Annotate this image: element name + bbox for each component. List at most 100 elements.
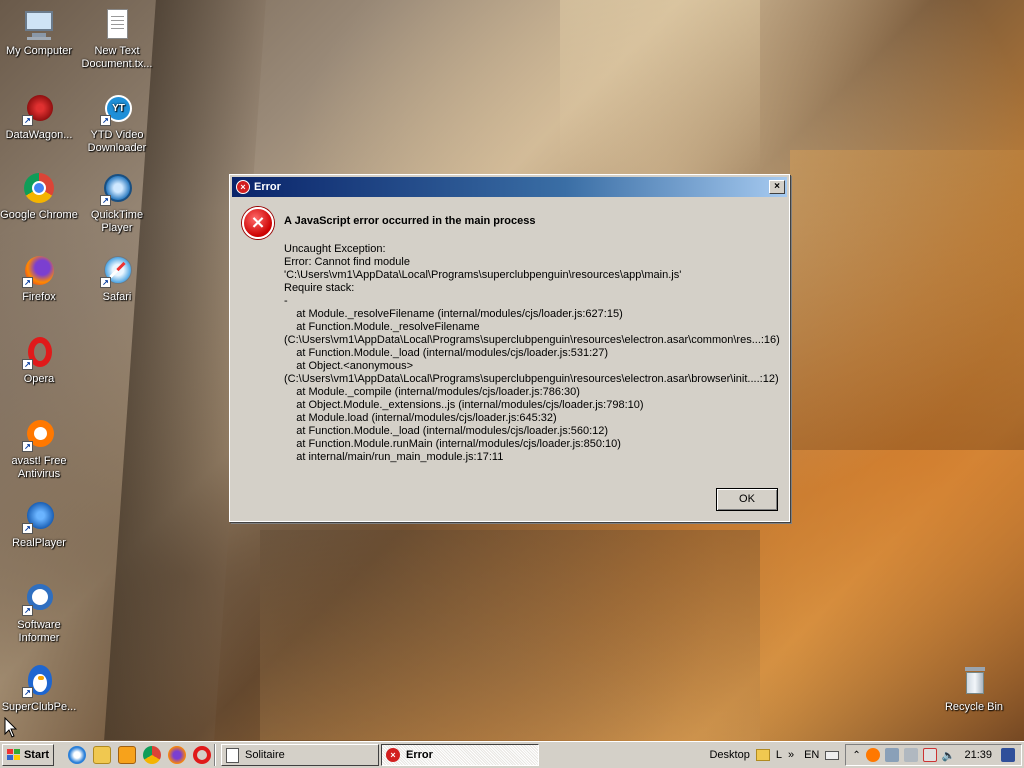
clock[interactable]: 21:39 [964,749,992,761]
desktop-icon-label: DataWagon... [5,129,73,141]
dialog-title: Error [254,181,281,193]
desktop-icon-label: New Text Document.tx... [81,45,153,70]
folder-icon[interactable] [755,749,770,761]
dialog-message-line: at Module.load (internal/modules/cjs/loa… [284,412,557,424]
task-button-solitaire[interactable]: Solitaire [221,744,379,766]
safely-remove-icon[interactable] [903,748,918,762]
notification-icon[interactable] [1001,748,1015,762]
solitaire-icon [226,747,239,763]
volume-icon[interactable]: 🔈 [942,749,956,762]
dialog-message-line: Require stack: [284,282,355,294]
dialog-message-line: at Function.Module._load (internal/modul… [284,347,609,359]
start-button[interactable]: Start [2,744,54,766]
dialog-message-line: at Function.Module.runMain (internal/mod… [284,438,621,450]
avast-tray-icon[interactable] [865,748,880,762]
ok-button[interactable]: OK [716,488,778,511]
wallpaper-panel [260,530,760,740]
taskbar-separator [214,744,216,766]
recycle-bin-icon [957,664,991,698]
desktop-icon-my-computer[interactable]: My Computer [0,8,78,58]
dialog-message-line: 'C:\Users\vm1\AppData\Local\Programs\sup… [284,269,682,281]
desktop-icon-label: SuperClubPe... [1,701,77,713]
desktop-icon-avast[interactable]: ↗ avast! Free Antivirus [0,418,78,481]
desktop-icon-opera[interactable]: ↗ Opera [0,336,78,386]
internet-explorer-icon[interactable] [68,746,86,764]
desktop-icon-datawagon[interactable]: ↗ DataWagon... [0,92,78,142]
dialog-message-line: (C:\Users\vm1\AppData\Local\Programs\sup… [284,334,780,346]
desktop-icon-superclubpenguin[interactable]: ↗ SuperClubPe... [0,664,78,714]
desktop-icon-label: Google Chrome [0,209,78,221]
realplayer-icon: ↗ [22,500,56,534]
dialog-message-line: at Function.Module._resolveFilename [284,321,480,333]
action-center-icon[interactable] [922,748,937,762]
desktop-icon-label: QuickTime Player [90,209,144,234]
desktop-icon-firefox[interactable]: ↗ Firefox [0,254,78,304]
chrome-icon[interactable] [143,746,161,764]
desktop-icon-safari[interactable]: ↗ Safari [78,254,156,304]
safari-icon: ↗ [100,254,134,288]
chrome-icon [22,172,56,206]
dialog-message-line: at Object.Module._extensions..js (intern… [284,399,644,411]
dialog-message-line: (C:\Users\vm1\AppData\Local\Programs\sup… [284,373,779,385]
error-icon: × [242,207,274,239]
dialog-heading: A JavaScript error occurred in the main … [284,215,536,227]
system-tray: ⌃ 🔈 21:39 [845,744,1022,766]
desktop-icon-quicktime[interactable]: ↗ QuickTime Player [78,172,156,235]
software-informer-icon: ↗ [22,582,56,616]
text-document-icon [100,8,134,42]
dialog-message: Uncaught Exception: Error: Cannot find mo… [284,243,784,464]
dialog-titlebar[interactable]: × Error × [232,177,787,197]
tray-expand-icon[interactable]: ⌃ [852,750,860,761]
computer-icon [22,8,56,42]
opera-icon: ↗ [22,336,56,370]
desktop-icon-software-informer[interactable]: ↗ Software Informer [0,582,78,645]
desktop-icon-new-text-document[interactable]: New Text Document.tx... [78,8,156,71]
desktop-icon-label: Safari [102,291,132,303]
task-label: Error [406,749,433,761]
desktop-icon-label: Recycle Bin [944,701,1004,713]
wallpaper-panel [560,0,760,170]
folder-icon[interactable] [93,746,111,764]
task-button-error[interactable]: × Error [381,744,539,766]
desktop-icon-ytd-downloader[interactable]: YT ↗ YTD Video Downloader [78,92,156,155]
taskbar: Start Solitaire × Error Desktop L » EN ⌃… [0,741,1024,768]
desktop-icon-label: Software Informer [17,619,61,644]
folder-toolbar-label[interactable]: L [776,749,782,761]
error-dialog: × Error × × A JavaScript error occurred … [229,174,790,522]
desktop-icon-realplayer[interactable]: ↗ RealPlayer [0,500,78,550]
start-label: Start [23,749,50,761]
dialog-message-line: - [284,295,288,307]
dialog-message-line: at Function.Module._load (internal/modul… [284,425,609,437]
task-label: Solitaire [245,749,285,761]
dialog-message-line: at Module._compile (internal/modules/cjs… [284,386,580,398]
language-indicator[interactable]: EN [804,749,819,761]
mouse-cursor-icon [4,717,18,738]
desktop-icon-label: Opera [23,373,55,385]
dialog-message-line: Error: Cannot find module [284,256,410,268]
keyboard-icon[interactable] [825,750,840,760]
network-icon[interactable] [884,748,899,762]
windows-flag-icon [6,749,21,761]
firefox-icon[interactable] [168,746,186,764]
desktop-toolbar-label[interactable]: Desktop [709,749,749,761]
close-button[interactable]: × [769,180,785,194]
desktop-icon-label: Firefox [22,291,56,303]
dialog-message-line: Uncaught Exception: [284,243,386,255]
wallpaper-panel [790,150,1024,450]
desktop-icon-label: YTD Video Downloader [87,129,147,154]
quick-launch [68,746,211,764]
ytd-downloader-icon: YT ↗ [100,92,134,126]
desktop-icon-label: avast! Free Antivirus [11,455,67,480]
error-small-icon: × [386,748,400,762]
media-player-icon[interactable] [118,746,136,764]
quicktime-icon: ↗ [100,172,134,206]
overflow-chevron-icon[interactable]: » [788,749,794,761]
desktop-icon-google-chrome[interactable]: Google Chrome [0,172,78,222]
dialog-message-line: at Module._resolveFilename (internal/mod… [284,308,623,320]
error-small-icon: × [236,180,250,194]
toolbar-area: Desktop L » EN [709,749,840,761]
opera-icon[interactable] [193,746,211,764]
desktop-icon-recycle-bin[interactable]: Recycle Bin [935,664,1013,714]
superclubpenguin-icon: ↗ [22,664,56,698]
dialog-message-line: at internal/main/run_main_module.js:17:1… [284,451,504,463]
